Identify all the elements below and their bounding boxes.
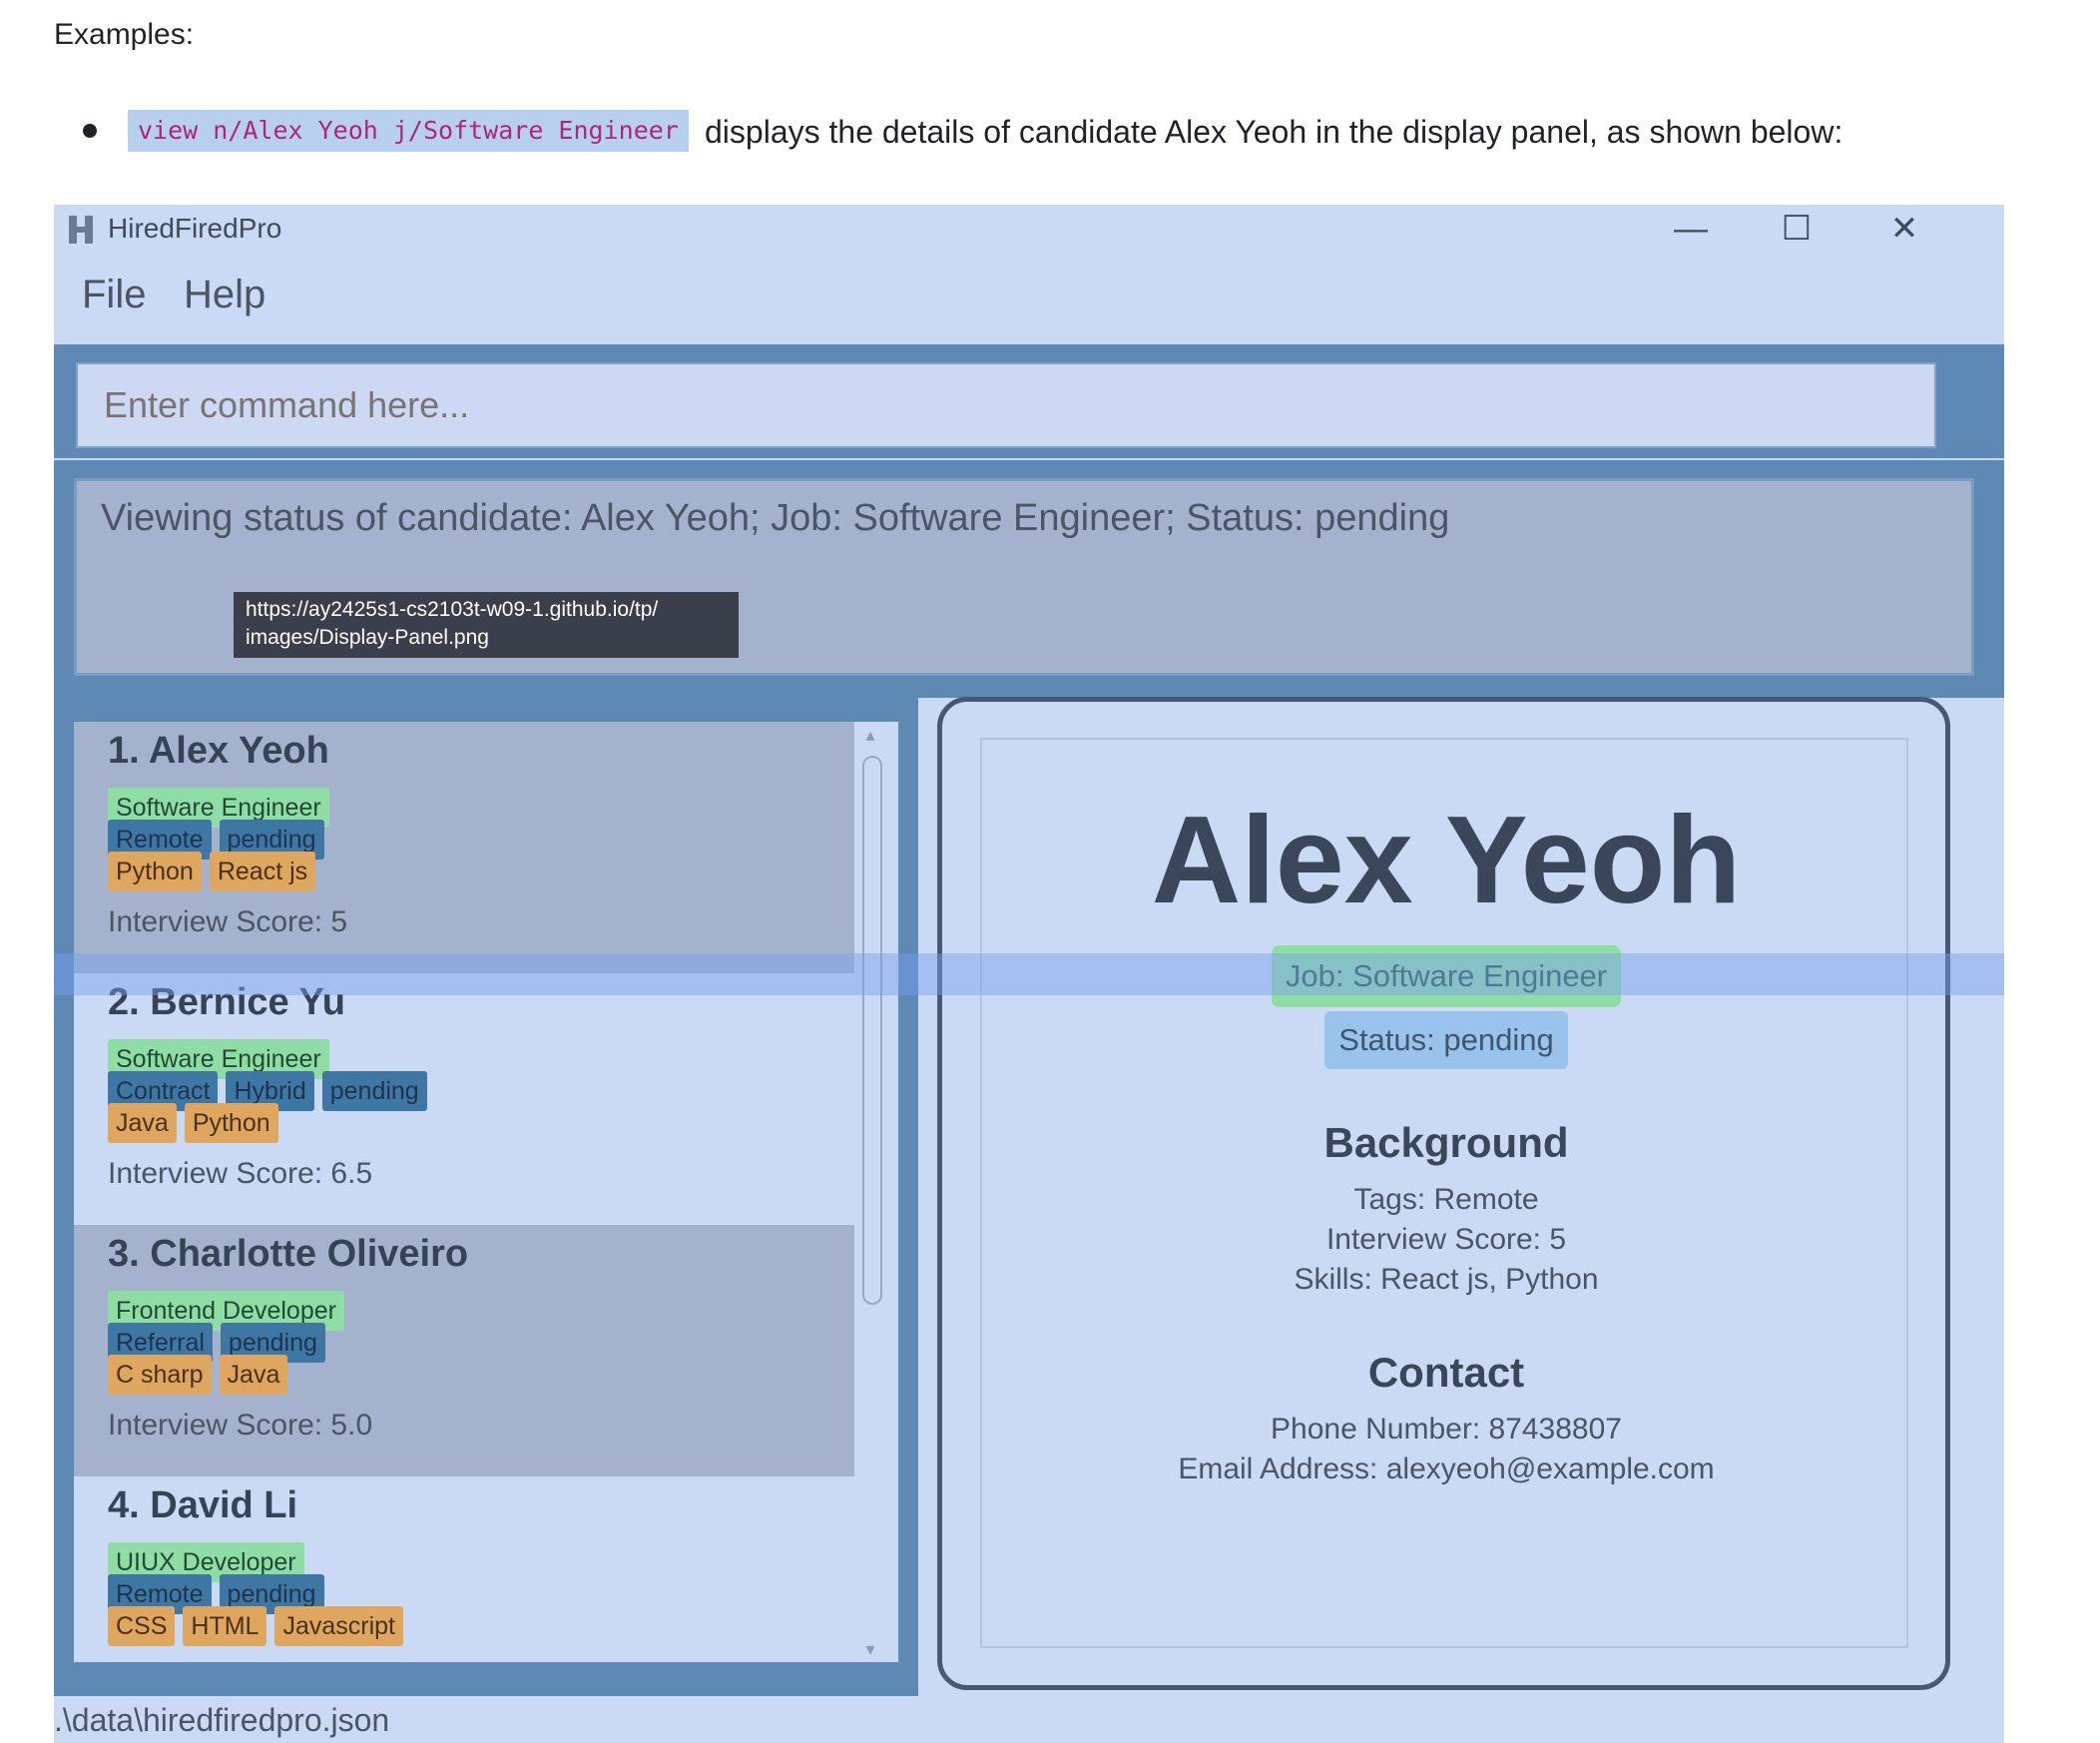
background-score: Interview Score: 5 [1325,1223,1567,1256]
tooltip-line: https://ay2425s1-cs2103t-w09-1.github.io… [246,598,659,621]
skill-chips: Python React js [108,852,316,891]
title-bar: HiredFiredPro — ☐ ✕ [54,205,2004,249]
minimize-button[interactable]: — [1669,212,1713,246]
window-title: HiredFiredPro [108,213,282,244]
skill-chip: Java [219,1355,288,1395]
background-heading: Background [1323,1119,1569,1166]
skill-chips: C sharp Java [108,1355,288,1395]
result-text: Viewing status of candidate: Alex Yeoh; … [101,497,1450,539]
skill-chip: Python [184,1103,278,1143]
skill-chip: CSS [108,1606,176,1646]
result-display-area: Viewing status of candidate: Alex Yeoh; … [54,460,2004,698]
menu-file[interactable]: File [82,273,146,317]
skill-chip: Java [108,1103,177,1143]
display-card: Alex Yeoh Job: Software Engineer Status:… [980,738,1908,1648]
candidate-card[interactable]: 4. David Li UIUX Developer Remote pendin… [74,1476,854,1662]
display-status-badge: Status: pending [1324,1011,1568,1069]
close-button[interactable]: ✕ [1882,212,1926,246]
doc-code-snippet: view n/Alex Yeoh j/Software Engineer [128,110,689,152]
status-bar: .\data\hiredfiredpro.json [54,1696,2004,1743]
interview-score: Interview Score: 5 [108,905,348,938]
background-tags: Tags: Remote [1353,1183,1539,1216]
candidate-card[interactable]: 3. Charlotte Oliveiro Frontend Developer… [74,1225,854,1476]
background-skills: Skills: React js, Python [1294,1263,1599,1296]
interview-score: Interview Score: 6.5 [108,1157,373,1190]
bullet-icon [83,124,97,138]
display-candidate-name: Alex Yeoh [1151,792,1742,929]
display-panel: Alex Yeoh Job: Software Engineer Status:… [937,697,1950,1690]
save-file-path: .\data\hiredfiredpro.json [54,1702,390,1738]
skill-chip: HTML [183,1606,267,1646]
candidate-list-panel: 1. Alex Yeoh Software Engineer Remote pe… [54,698,918,1696]
skill-chips: CSS HTML Javascript [108,1606,404,1646]
app-logo-icon [69,216,93,244]
scroll-down-icon[interactable]: ▾ [860,1640,880,1658]
maximize-button[interactable]: ☐ [1775,212,1819,246]
skill-chip: Javascript [274,1606,404,1646]
contact-email: Email Address: alexyeoh@example.com [1178,1452,1715,1485]
url-tooltip: https://ay2425s1-cs2103t-w09-1.github.io… [234,592,739,658]
skill-chip: Python [108,852,202,891]
candidate-list[interactable]: 1. Alex Yeoh Software Engineer Remote pe… [74,722,898,1662]
skill-chip: C sharp [108,1355,212,1395]
skill-chip: React js [209,852,316,891]
tag-chip: pending [321,1071,427,1111]
doc-heading: Examples: [54,18,195,51]
command-input[interactable] [76,362,1936,448]
scrollbar-thumb[interactable] [862,756,882,1305]
scroll-up-icon[interactable]: ▴ [860,726,880,744]
candidate-card[interactable]: 2. Bernice Yu Software Engineer Contract… [74,973,854,1225]
contact-heading: Contact [1367,1349,1525,1396]
skill-chips: Java Python [108,1103,278,1143]
candidate-name: 3. Charlotte Oliveiro [108,1233,469,1275]
command-box-area [54,344,2004,458]
doc-sentence: displays the details of candidate Alex Y… [705,114,1843,150]
app-window: HiredFiredPro — ☐ ✕ File Help Viewing st… [54,205,2004,1743]
menu-help[interactable]: Help [184,273,265,317]
interview-score: Interview Score: 5.0 [108,1409,373,1442]
tooltip-line: images/Display-Panel.png [246,626,489,649]
candidate-card[interactable]: 1. Alex Yeoh Software Engineer Remote pe… [74,722,854,973]
display-status-wrap: Status: pending [982,1011,1910,1069]
candidate-name: 1. Alex Yeoh [108,730,329,772]
candidate-name: 4. David Li [108,1484,298,1526]
hover-highlight [54,953,2004,995]
contact-phone: Phone Number: 87438807 [1271,1413,1622,1446]
